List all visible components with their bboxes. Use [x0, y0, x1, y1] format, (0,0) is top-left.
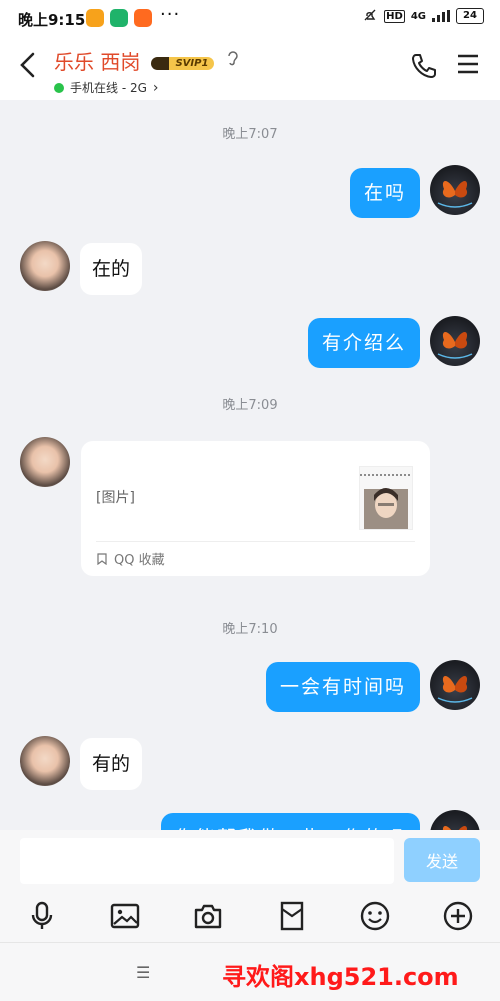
mute-icon: [364, 9, 376, 21]
butterfly-icon: [437, 676, 473, 703]
self-avatar[interactable]: [430, 316, 480, 366]
message-bubble[interactable]: 有介绍么: [307, 318, 420, 368]
message-bubble[interactable]: 一会有时间吗: [265, 662, 420, 712]
butterfly-icon: [437, 332, 473, 359]
timestamp: 晚上7:09: [222, 398, 278, 413]
self-avatar[interactable]: [430, 165, 480, 215]
timestamp: 晚上7:10: [222, 622, 278, 637]
hd-icon: HD: [384, 9, 405, 23]
card-footer: QQ 收藏: [96, 549, 165, 568]
taobao-icon: [134, 9, 152, 27]
friend-avatar[interactable]: [20, 241, 70, 291]
emoji-icon[interactable]: [359, 900, 391, 932]
contact-info[interactable]: 乐乐 西岗 SVIP1 手机在线 - 2G ›: [54, 46, 240, 96]
chat-header: 乐乐 西岗 SVIP1 手机在线 - 2G ›: [0, 36, 500, 100]
message-bubble[interactable]: 在吗: [349, 168, 420, 218]
nav-menu-icon[interactable]: ☰: [136, 963, 150, 982]
self-avatar[interactable]: [430, 660, 480, 710]
favorite-card[interactable]: [图片] QQ 收藏: [81, 441, 430, 576]
card-source: QQ 收藏: [114, 553, 165, 568]
app-notification-icon: [86, 9, 104, 27]
battery-indicator: 24: [456, 8, 484, 24]
message-input[interactable]: [20, 838, 394, 884]
ear-icon: [227, 51, 238, 66]
status-time: 晚上9:15: [18, 11, 86, 29]
send-button[interactable]: 发送: [404, 838, 480, 882]
online-dot: [54, 82, 64, 93]
portrait-image: [360, 474, 412, 529]
card-text: [图片]: [96, 490, 135, 506]
online-status-row[interactable]: 手机在线 - 2G ›: [54, 79, 240, 96]
red-packet-icon[interactable]: [276, 900, 308, 932]
timestamp: 晚上7:07: [222, 127, 278, 142]
svip-badge: SVIP1: [151, 57, 215, 70]
message-bubble[interactable]: 有的: [80, 738, 143, 790]
back-button[interactable]: [14, 50, 44, 80]
friend-avatar[interactable]: [20, 736, 70, 786]
signal-label: 4G: [410, 10, 426, 22]
signal-bars-icon: [432, 10, 450, 22]
mic-icon[interactable]: [26, 900, 58, 932]
image-icon[interactable]: [109, 900, 141, 932]
friend-avatar[interactable]: [20, 437, 70, 487]
online-status: 手机在线 - 2G: [70, 81, 147, 95]
camera-icon[interactable]: [192, 900, 224, 932]
chat-toolbar: [0, 890, 500, 942]
bookmark-icon: [97, 552, 107, 565]
system-icons: HD 4G 24: [362, 8, 484, 24]
contact-name: 乐乐 西岗: [54, 50, 141, 74]
input-bar: 发送: [0, 830, 500, 890]
watermark: 寻欢阁xhg521.com: [222, 963, 459, 991]
message-bubble[interactable]: 在的: [80, 243, 143, 295]
plus-icon[interactable]: [442, 900, 474, 932]
more-notifications: ···: [160, 4, 181, 25]
image-thumbnail[interactable]: [359, 466, 413, 530]
chevron-right-icon: ›: [152, 79, 159, 96]
menu-icon[interactable]: [456, 52, 480, 76]
card-divider: [96, 541, 415, 542]
shield-icon: [110, 9, 128, 27]
status-bar: 晚上9:15 ··· HD 4G 24: [0, 0, 500, 36]
system-nav-bar: ☰ 寻欢阁xhg521.com: [0, 942, 500, 1001]
butterfly-icon: [437, 181, 473, 208]
phone-call-button[interactable]: [410, 52, 438, 80]
